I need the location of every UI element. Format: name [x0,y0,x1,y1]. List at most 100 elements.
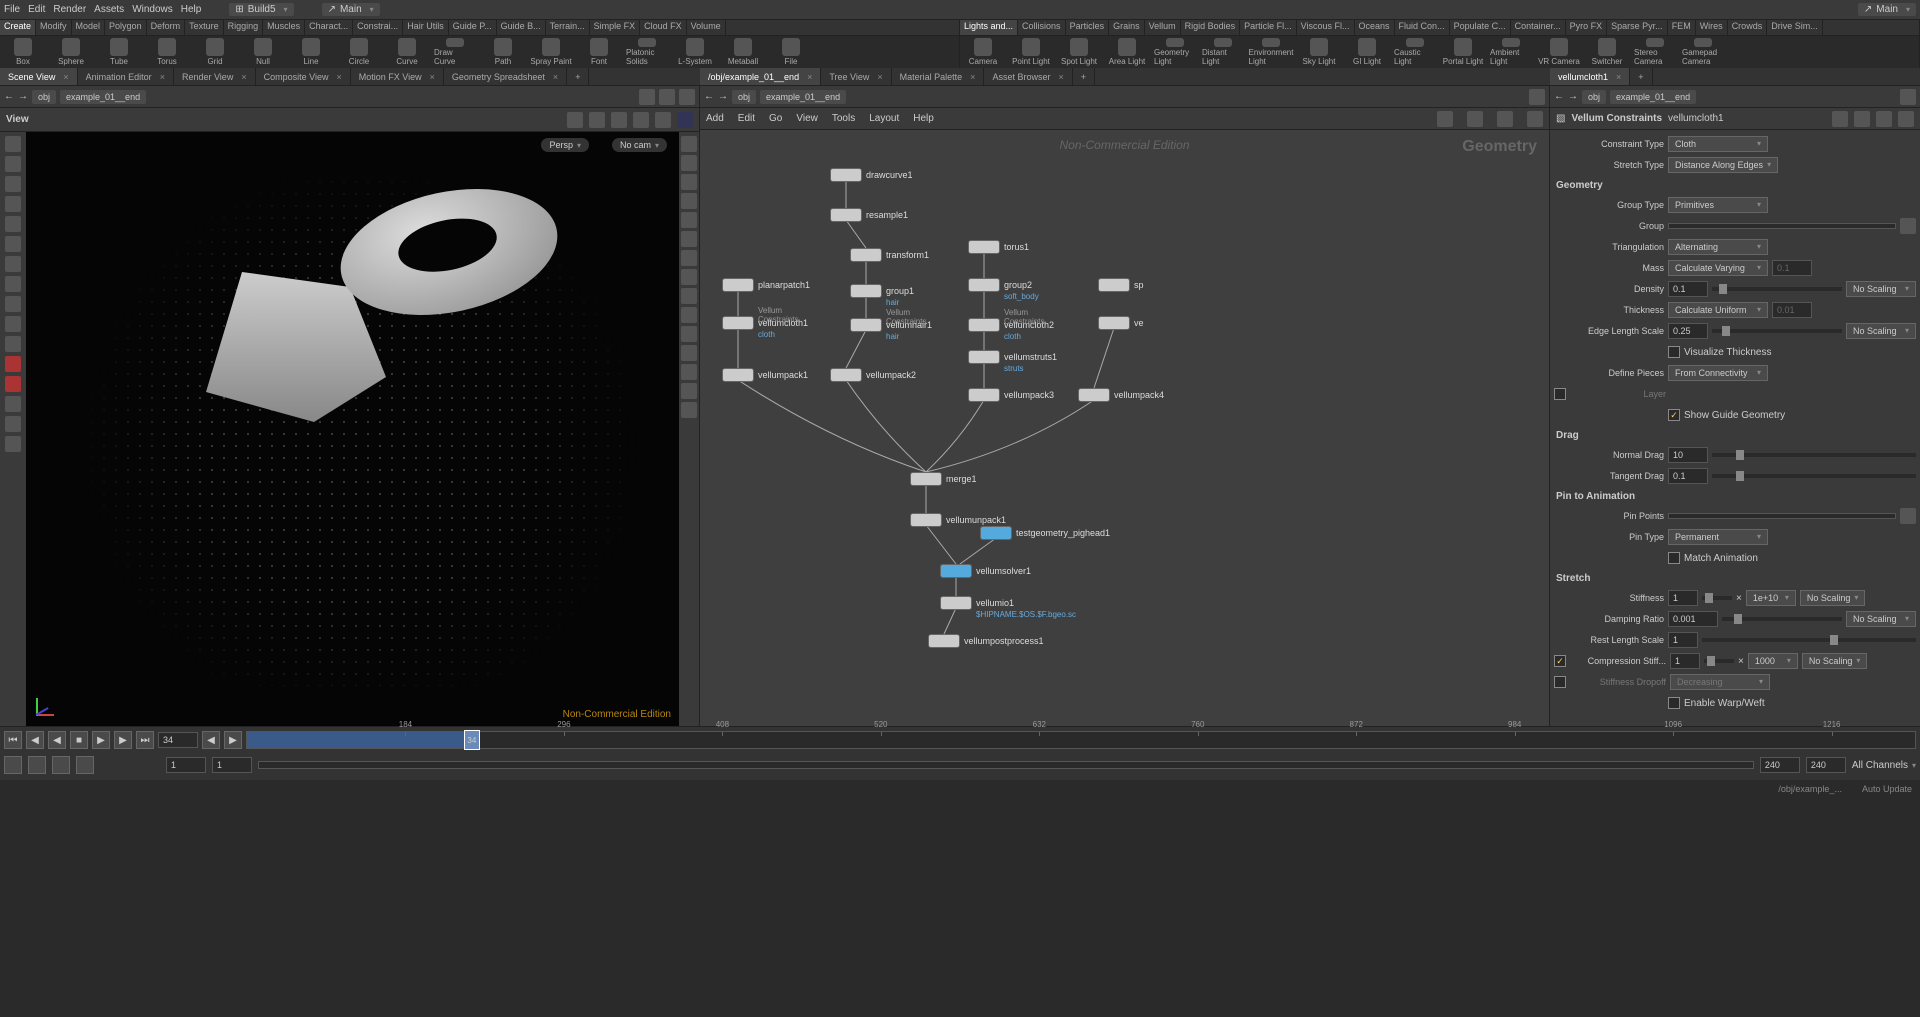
shelf-tab[interactable]: Model [72,20,106,35]
channels-selector[interactable]: All Channels [1852,760,1916,771]
coffee-icon[interactable] [5,436,21,452]
shelf-tool[interactable]: Stereo Camera [1634,38,1676,66]
pane-tab[interactable]: Scene View× [0,68,78,85]
shelf-tool[interactable]: Tube [98,38,140,66]
slider-compression[interactable] [1704,659,1734,663]
node-body[interactable] [830,168,862,182]
sel-group-type[interactable]: Primitives [1668,197,1768,213]
pane-tab[interactable]: Motion FX View× [351,68,444,85]
sel-stretch-type[interactable]: Distance Along Edges [1668,157,1778,173]
close-icon[interactable]: × [970,72,975,82]
measure-icon[interactable] [681,402,697,418]
shelf-tab[interactable]: Populate C... [1450,20,1511,35]
node-vellumpack4[interactable]: vellumpack4 [1078,388,1164,402]
select-icon[interactable] [5,136,21,152]
shelf-tool[interactable]: Curve [386,38,428,66]
node-body[interactable] [850,248,882,262]
net-menu-edit[interactable]: Edit [738,113,755,124]
hide-icon[interactable] [681,269,697,285]
sel-stiffness-scale[interactable]: No Scaling [1800,590,1866,606]
node-sp[interactable]: sp [1098,278,1144,292]
slider-density[interactable] [1712,287,1842,291]
node-body[interactable] [910,472,942,486]
shelf-tool[interactable]: Circle [338,38,380,66]
shelf-tab[interactable]: Lights and... [960,20,1018,35]
bg-icon[interactable] [681,345,697,361]
shelf-tab[interactable]: Drive Sim... [1767,20,1823,35]
node-body[interactable] [1098,316,1130,330]
add-tab-button[interactable]: + [567,68,589,85]
input-tangent-drag[interactable]: 0.1 [1668,468,1708,484]
input-rest-length[interactable]: 1 [1668,632,1698,648]
shelf-tool[interactable]: Caustic Light [1394,38,1436,66]
node-body[interactable] [968,278,1000,292]
shelf-tool[interactable]: Path [482,38,524,66]
shelf-tool[interactable]: Distant Light [1202,38,1244,66]
node-planarpatch1[interactable]: planarpatch1 [722,278,810,292]
key-next-button[interactable]: ▶ [224,731,242,749]
assign-selector[interactable]: ↗Main [322,3,380,16]
shelf-tab[interactable]: Simple FX [590,20,641,35]
shelf-tab[interactable]: Charact... [305,20,353,35]
node-vellumcloth1[interactable]: Vellum Constraintsvellumcloth1cloth [722,316,808,330]
node-body[interactable] [722,316,754,330]
pin-icon[interactable] [639,89,655,105]
shelf-tab[interactable]: Terrain... [546,20,590,35]
shelf-tool[interactable]: Ambient Light [1490,38,1532,66]
close-icon[interactable]: × [241,72,246,82]
shelf-tab[interactable]: Rigid Bodies [1181,20,1241,35]
pane-tab[interactable]: vellumcloth1× [1550,68,1630,85]
sel-define-pieces[interactable]: From Connectivity [1668,365,1768,381]
sel-compression-exp[interactable]: 1000 [1748,653,1798,669]
network-canvas[interactable]: Non-Commercial Edition Geometry [700,130,1549,726]
pin-picker-icon[interactable] [1900,508,1916,524]
shelf-tool[interactable]: Sphere [50,38,92,66]
node-vellumunpack1[interactable]: vellumunpack1 [910,513,1006,527]
pane-tab[interactable]: Composite View× [256,68,351,85]
shelf-tab[interactable]: Particle Fl... [1240,20,1297,35]
menu-file[interactable]: File [4,4,20,15]
layout-icon[interactable] [1527,111,1543,127]
sel-constraint-type[interactable]: Cloth [1668,136,1768,152]
node-group2[interactable]: group2soft_body [968,278,1032,292]
shelf-tool[interactable]: Point Light [1010,38,1052,66]
node-body[interactable] [940,596,972,610]
shelf-tab[interactable]: Guide B... [497,20,546,35]
shelf-tool[interactable]: Metaball [722,38,764,66]
input-normal-drag[interactable]: 10 [1668,447,1708,463]
close-icon[interactable]: × [1616,72,1621,82]
sel-stiffness-dropoff[interactable]: Decreasing [1670,674,1770,690]
shelf-tab[interactable]: Hair Utils [403,20,449,35]
current-frame-input[interactable]: 34 [158,732,198,748]
realtime-icon[interactable] [4,756,22,774]
start-frame-input[interactable]: 1 [166,757,206,773]
chk-show-guide[interactable] [1668,409,1680,421]
slider-stiffness[interactable] [1702,596,1732,600]
shelf-tab[interactable]: Texture [185,20,224,35]
pane-tab[interactable]: Asset Browser× [984,68,1072,85]
input-els[interactable]: 0.25 [1668,323,1708,339]
light-icon[interactable] [5,256,21,272]
play-bwd-button[interactable]: ◀ [48,731,66,749]
op-name[interactable]: vellumcloth1 [1668,113,1724,124]
net-menu-tools[interactable]: Tools [832,113,855,124]
shelf-tool[interactable]: Line [290,38,332,66]
next-frame-button[interactable]: ▶ [114,731,132,749]
shelf-tab[interactable]: Rigging [224,20,264,35]
net-menu-add[interactable]: Add [706,113,724,124]
playhead[interactable]: 34 [464,730,480,750]
menu-windows[interactable]: Windows [132,4,173,15]
node-body[interactable] [980,526,1012,540]
node-body[interactable] [968,240,1000,254]
snap-point-icon[interactable] [5,296,21,312]
input-density[interactable]: 0.1 [1668,281,1708,297]
wrench-icon[interactable] [1437,111,1453,127]
shelf-tool[interactable]: Null [242,38,284,66]
shelf-tool[interactable]: Area Light [1106,38,1148,66]
back-icon[interactable]: ← [704,91,714,102]
assign-selector-right[interactable]: ↗Main [1858,3,1916,16]
chk-compression[interactable] [1554,655,1566,667]
node-drawcurve1[interactable]: drawcurve1 [830,168,913,182]
shelf-tab[interactable]: Crowds [1728,20,1768,35]
slider-tangent-drag[interactable] [1712,474,1916,478]
